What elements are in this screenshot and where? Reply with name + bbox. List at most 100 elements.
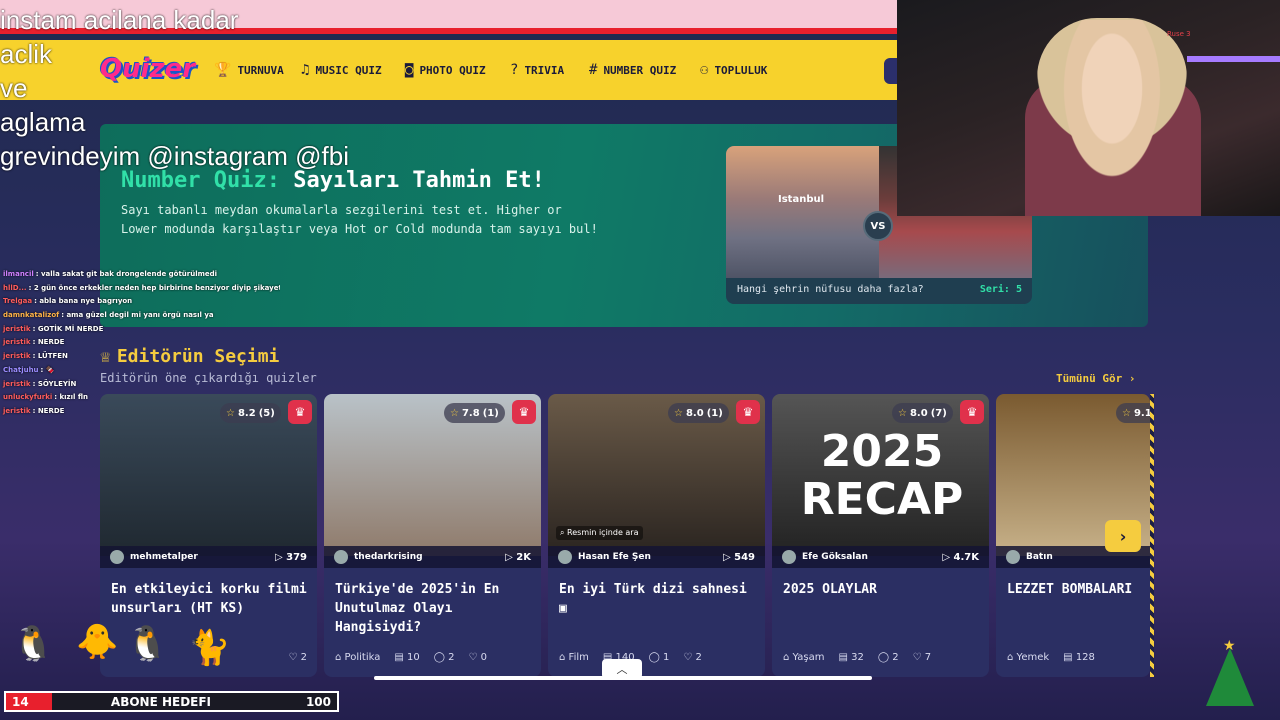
- nav-item-photo-quiz[interactable]: ◙ PHOTO QUIZ: [405, 62, 486, 78]
- search-in-image-hint[interactable]: ⌕ Resmin içinde ara: [556, 526, 643, 540]
- category-tag[interactable]: ⌂ Film: [559, 652, 589, 663]
- chat-username[interactable]: jeristik: [3, 352, 31, 360]
- quiz-title[interactable]: Türkiye'de 2025'in En Unutulmaz Olayı Ha…: [335, 580, 531, 637]
- like-count[interactable]: ♡ 2: [683, 652, 702, 663]
- chat-username[interactable]: jeristik: [3, 407, 31, 415]
- nav-item-topluluk[interactable]: ⚇ TOPLULUK: [700, 62, 767, 78]
- chat-username[interactable]: ilmancil: [3, 270, 34, 278]
- chat-text: : GOTİK Mİ NERDE: [32, 324, 104, 333]
- see-all-link[interactable]: Tümünü Gör ›: [1056, 372, 1135, 385]
- play-icon: ▷: [505, 551, 513, 563]
- chevron-right-icon: ›: [1128, 372, 1136, 385]
- quiz-meta: Efe Göksalan ▷ 4.7K: [772, 546, 989, 568]
- penguin-sticker: 🐧: [126, 624, 169, 664]
- tag-icon: ⌂: [335, 652, 342, 663]
- chat-message: Trelgaa: abla bana nye bagrıyon: [0, 295, 280, 309]
- chat-username[interactable]: damnkatalizof: [3, 311, 59, 319]
- chat-username[interactable]: jeristik: [3, 338, 31, 346]
- hint-label: Resmin içinde ara: [567, 528, 639, 537]
- quiz-card[interactable]: ⌕ Resmin içinde ara ☆ 8.0 (1) ♛ Hasan Efe Şen…: [548, 394, 765, 677]
- play-count-value: 2K: [516, 551, 531, 563]
- quiz-meta: Hasan Efe Şen ▷ 549: [548, 546, 765, 568]
- hero-description: Sayı tabanlı meydan okumalarla sezgileri…: [121, 203, 598, 236]
- overlay-line: aglama: [0, 107, 86, 137]
- chat-message: jeristik: SÖYLEYİN: [0, 378, 280, 392]
- avatar[interactable]: [558, 550, 572, 564]
- comment-count-value: 2: [448, 652, 455, 663]
- chat-username[interactable]: Trelgaa: [3, 297, 32, 305]
- author-name[interactable]: mehmetalper: [130, 552, 198, 562]
- question-count: ▤ 10: [394, 652, 419, 663]
- author-name[interactable]: Hasan Efe Şen: [578, 552, 651, 562]
- like-count[interactable]: ♡ 2: [288, 652, 307, 663]
- vs-badge: VS: [863, 211, 893, 241]
- quiz-card[interactable]: ☆ 7.8 (1) ♛ thedarkrising ▷ 2K Türkiye'de 2025…: [324, 394, 541, 677]
- city-name: Istanbul: [778, 194, 825, 205]
- rating-value: 7.8: [461, 407, 480, 419]
- istanbul-image: [726, 146, 879, 278]
- play-icon: ▷: [722, 551, 731, 563]
- play-count-value: 379: [286, 551, 307, 563]
- chat-username[interactable]: jeristik: [3, 380, 31, 388]
- cat-sticker: 🐈: [188, 628, 231, 668]
- quiz-title[interactable]: 2025 OLAYLAR: [783, 580, 979, 599]
- category-tag[interactable]: ⌂ Yaşam: [783, 652, 825, 663]
- chat-message: jeristik: NERDE: [0, 405, 280, 419]
- heart-icon: ♡: [468, 652, 478, 663]
- chat-username[interactable]: hllD...: [3, 284, 27, 292]
- comment-count: ◯ 1: [649, 652, 670, 663]
- like-count[interactable]: ♡ 0: [468, 652, 487, 663]
- see-all-label: Tümünü Gör: [1056, 372, 1123, 385]
- avatar[interactable]: [334, 550, 348, 564]
- chat-username[interactable]: jeristik: [3, 325, 31, 333]
- star-icon: ★: [1223, 638, 1236, 654]
- streamer-webcam: Ruse 3: [897, 0, 1280, 216]
- users-icon: ⚇: [700, 62, 709, 78]
- chat-username[interactable]: Chatjuhu: [3, 366, 39, 374]
- overlay-line: ve: [0, 73, 28, 103]
- chat-message: jeristik: NERDE: [0, 336, 280, 350]
- layers-icon: ▤: [838, 652, 848, 663]
- nav-item-trivia[interactable]: ? TRIVIA: [510, 62, 564, 78]
- play-count-value: 549: [734, 551, 755, 563]
- category-tag[interactable]: ⌂ Politika: [335, 652, 380, 663]
- chat-username[interactable]: unluckyfurki: [3, 393, 52, 401]
- like-count[interactable]: ♡ 7: [913, 652, 932, 663]
- chevron-right-icon: ›: [1119, 526, 1127, 546]
- quiz-title[interactable]: LEZZET BOMBALARI: [1007, 580, 1150, 599]
- quiz-footer: ⌂ Film ▤ 140 ◯ 1 ♡ 2: [559, 652, 755, 663]
- quiz-title[interactable]: En etkileyici korku filmi unsurları (HT …: [111, 580, 307, 618]
- carousel-next-button[interactable]: ›: [1105, 520, 1141, 552]
- avatar[interactable]: [1006, 550, 1020, 564]
- play-icon: ▷: [274, 551, 283, 563]
- heart-icon: ♡: [912, 652, 922, 663]
- comment-count: ◯ 2: [434, 652, 455, 663]
- comment-icon: ◯: [433, 652, 445, 663]
- decorative-stickers: 🐧 🐥 🐧 🐈: [8, 618, 263, 688]
- quiz-footer: ⌂ Politika ▤ 10 ◯ 2 ♡ 0: [335, 652, 531, 663]
- chat-message: jeristik: LÜTFEN: [0, 350, 280, 364]
- author-name[interactable]: Efe Göksalan: [802, 552, 868, 562]
- avatar[interactable]: [110, 550, 124, 564]
- rating-votes: (1): [706, 407, 723, 419]
- quiz-title[interactable]: En iyi Türk dizi sahnesi ▣: [559, 580, 755, 618]
- nav-item-number-quiz[interactable]: # NUMBER QUIZ: [589, 62, 676, 78]
- chat-message: Chatjuhu: 🍫: [0, 364, 280, 378]
- streak-counter: Seri: 5: [979, 284, 1022, 295]
- avatar[interactable]: [782, 550, 796, 564]
- chat-message: hllD...: 2 gün önce erkekler neden hep b…: [0, 282, 280, 296]
- heart-icon: ♡: [683, 652, 693, 663]
- play-count: ▷ 549: [723, 552, 755, 563]
- subscriber-goal-label: ABONE HEDEFI: [110, 694, 212, 709]
- category-tag[interactable]: ⌂ Yemek: [1007, 652, 1049, 663]
- author-name[interactable]: thedarkrising: [354, 552, 423, 562]
- quiz-card[interactable]: 2025 RECAP ☆ 8.0 (7) ♛ Efe Göksalan ▷ 4.7K 2025…: [772, 394, 989, 677]
- nav-item-label: TRIVIA: [524, 63, 565, 77]
- author-name[interactable]: Batın: [1026, 552, 1053, 562]
- layers-icon: ▤: [1063, 652, 1073, 663]
- scroll-top-button[interactable]: ︿: [602, 659, 642, 679]
- crown-icon: ♛: [288, 400, 312, 424]
- camera-icon: ◙: [405, 62, 414, 78]
- nav-item-label: NUMBER QUIZ: [603, 63, 677, 77]
- heart-icon: ♡: [288, 652, 298, 663]
